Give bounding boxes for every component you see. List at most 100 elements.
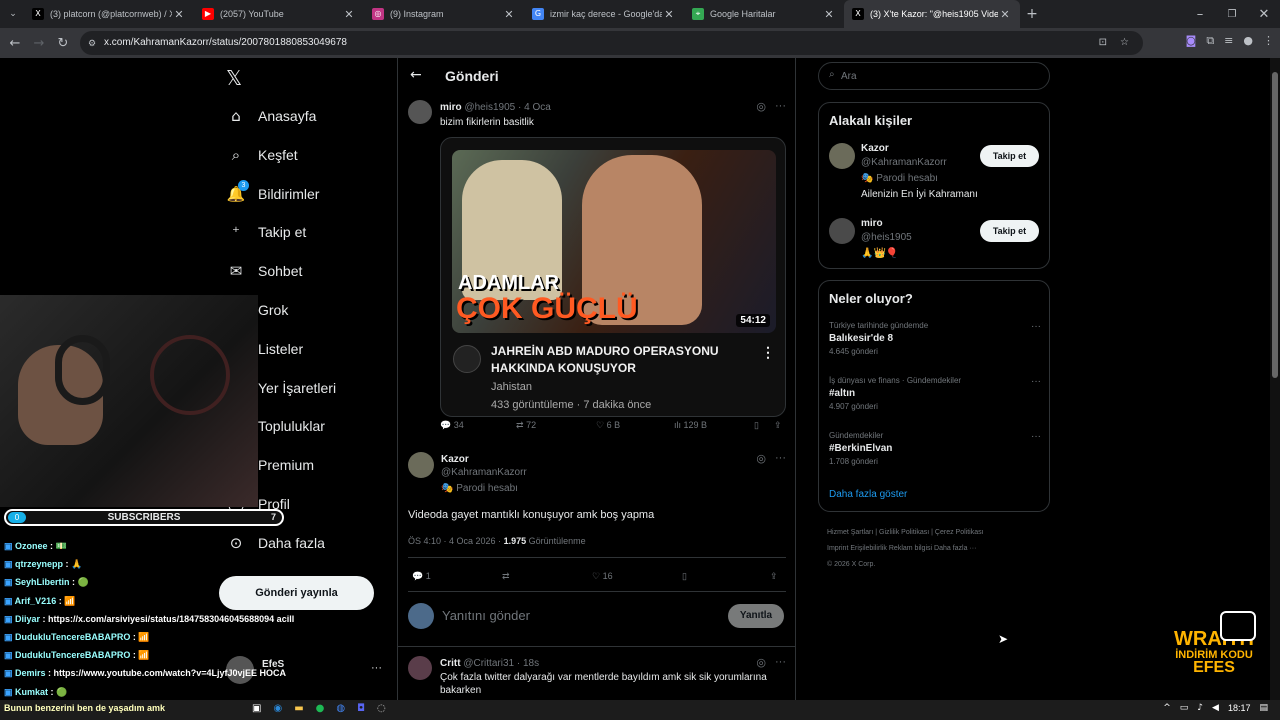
nav-item-5[interactable]: ✉ Sohbet bbox=[226, 259, 303, 283]
bookmark-icon[interactable]: ▯ bbox=[754, 420, 759, 431]
more-icon[interactable]: ··· bbox=[1031, 376, 1041, 387]
spotify-icon[interactable]: ● bbox=[316, 703, 325, 714]
follow-button[interactable]: Takip et bbox=[980, 145, 1039, 167]
post-button[interactable]: Gönderi yayınla bbox=[219, 576, 374, 610]
close-tab-icon[interactable]: ✕ bbox=[998, 8, 1012, 21]
like-button[interactable]: ♡ 6 B bbox=[596, 420, 620, 431]
close-tab-icon[interactable]: ✕ bbox=[822, 8, 836, 21]
scrollbar[interactable] bbox=[1270, 58, 1280, 700]
volume-icon[interactable]: ◀ bbox=[1212, 703, 1219, 713]
back-icon[interactable]: ← bbox=[3, 36, 27, 51]
notification-icon[interactable]: ▤ bbox=[1259, 703, 1268, 713]
close-tab-icon[interactable]: ✕ bbox=[502, 8, 516, 21]
footer-link[interactable]: Çerez Politikası bbox=[935, 529, 984, 536]
show-more-link[interactable]: Daha fazla göster bbox=[829, 489, 907, 500]
more-icon[interactable]: ··· bbox=[775, 100, 786, 112]
author-name[interactable]: Critt bbox=[440, 658, 461, 669]
chrome-icon[interactable]: ◍ bbox=[336, 703, 345, 714]
profile-icon[interactable]: ● bbox=[1243, 34, 1253, 48]
avatar[interactable] bbox=[829, 143, 855, 169]
reply-input[interactable]: Yanıtını gönder bbox=[442, 608, 530, 623]
avatar[interactable] bbox=[829, 218, 855, 244]
like-button[interactable]: ♡ 16 bbox=[592, 571, 613, 582]
browser-tab[interactable]: ▶ (2057) YouTube ✕ bbox=[194, 0, 364, 28]
youtube-card[interactable]: ADAMLAR ÇOK GÜÇLÜ 54:12 JAHREİN ABD MADU… bbox=[440, 137, 786, 417]
author-name[interactable]: Kazor bbox=[441, 454, 469, 465]
bookmark-icon[interactable]: ▯ bbox=[682, 571, 687, 582]
menu-icon[interactable]: ⋮ bbox=[1263, 34, 1274, 48]
footer-link[interactable]: Hizmet Şartları bbox=[827, 529, 873, 536]
windows-app-icon[interactable]: ▣ bbox=[252, 703, 261, 714]
reply-post[interactable]: Critt @Crittari31 · 18s ◎ ··· Çok fazla … bbox=[408, 656, 788, 700]
browser-tab[interactable]: Gizmir kaç derece - Google'da Ara✕ bbox=[524, 0, 684, 28]
nav-item-1[interactable]: ⌂ Anasayfa bbox=[226, 104, 316, 128]
app-icon[interactable]: ◌ bbox=[377, 703, 386, 714]
tray-arrow-icon[interactable]: ^ bbox=[1163, 703, 1171, 713]
share-icon[interactable]: ⇪ bbox=[774, 420, 782, 431]
close-tab-icon[interactable]: ✕ bbox=[342, 8, 356, 21]
channel-avatar[interactable] bbox=[453, 345, 481, 373]
avatar[interactable] bbox=[408, 656, 432, 680]
extensions-puzzle-icon[interactable]: ⧉ bbox=[1206, 34, 1214, 48]
nav-item-2[interactable]: ⌕ Keşfet bbox=[226, 143, 298, 167]
grok-icon[interactable]: ◎ bbox=[756, 100, 766, 113]
reload-icon[interactable]: ↻ bbox=[51, 36, 75, 51]
quoted-post[interactable]: miro @heis1905 · 4 Oca ◎ ··· bizim fikir… bbox=[408, 100, 788, 445]
post-date[interactable]: 18s bbox=[523, 658, 539, 669]
video-title[interactable]: JAHREİN ABD MADURO OPERASYONU HAKKINDA K… bbox=[491, 343, 731, 377]
more-icon[interactable]: ··· bbox=[775, 452, 786, 464]
author-handle[interactable]: @Crittari31 bbox=[463, 658, 514, 669]
author-name[interactable]: miro bbox=[440, 102, 462, 113]
install-icon[interactable]: ⊡ bbox=[1099, 31, 1107, 55]
channel-name[interactable]: Jahistan bbox=[491, 381, 532, 393]
views-button[interactable]: ılı 129 B bbox=[674, 420, 707, 430]
person-name[interactable]: miro bbox=[861, 218, 883, 229]
reply-button[interactable]: 💬 34 bbox=[440, 420, 464, 431]
repost-button[interactable]: ⇄ 72 bbox=[516, 420, 536, 431]
network-icon[interactable]: ▭ bbox=[1180, 703, 1189, 713]
mic-icon[interactable]: ♪ bbox=[1197, 703, 1203, 713]
trend-item[interactable]: İş dünyası ve finans · Gündemdekiler #alt… bbox=[829, 376, 1041, 422]
browser-tab[interactable]: X (3) X'te Kazor: "@heis1905 Vide ✕ bbox=[844, 0, 1020, 28]
post-date[interactable]: 4 Oca bbox=[524, 102, 551, 113]
close-window-icon[interactable]: ✕ bbox=[1248, 7, 1280, 22]
video-thumbnail[interactable]: ADAMLAR ÇOK GÜÇLÜ 54:12 bbox=[452, 150, 776, 333]
related-person[interactable]: Kazor @KahramanKazorr 🎭 Parodi hesabı Ailen… bbox=[819, 143, 1049, 203]
new-tab-button[interactable]: + bbox=[1020, 6, 1044, 22]
scrollbar-thumb[interactable] bbox=[1272, 72, 1278, 378]
bookmark-star-icon[interactable]: ☆ bbox=[1120, 31, 1129, 55]
grok-icon[interactable]: ◎ bbox=[756, 452, 766, 465]
nav-item-4[interactable]: ⁺ Takip et bbox=[226, 220, 306, 244]
footer-link[interactable]: Gizlilik Politikası bbox=[879, 529, 929, 536]
trend-item[interactable]: Gündemdekiler #BerkinElvan 1.708 gönderi ··… bbox=[829, 431, 1041, 477]
minimize-icon[interactable]: – bbox=[1184, 7, 1216, 22]
x-logo-icon[interactable]: 𝕏 bbox=[226, 66, 242, 90]
clock[interactable]: 18:17 bbox=[1228, 703, 1251, 713]
site-info-icon[interactable]: ⚙ bbox=[88, 31, 96, 55]
browser-tab[interactable]: X (3) platcorn (@platcornweb) / X ✕ bbox=[24, 0, 194, 28]
extension-icon[interactable]: ◙ bbox=[1186, 34, 1197, 48]
nav-item-12[interactable]: ⊙ Daha fazla bbox=[226, 531, 325, 555]
search-input[interactable]: ⌕ Ara bbox=[818, 62, 1050, 90]
author-handle[interactable]: @KahramanKazorr bbox=[441, 467, 527, 478]
footer-link[interactable]: Reklam bilgisi bbox=[889, 545, 932, 552]
media-icon[interactable]: ≡ bbox=[1224, 34, 1233, 48]
video-more-icon[interactable]: ⋮ bbox=[761, 344, 775, 361]
file-explorer-icon[interactable]: ▬ bbox=[294, 703, 303, 714]
tab-search-icon[interactable]: ⌄ bbox=[2, 9, 24, 19]
person-handle[interactable]: @heis1905 bbox=[861, 232, 912, 243]
related-person[interactable]: miro @heis1905 🙏👑🎈 Takip et bbox=[819, 218, 1049, 278]
post-time[interactable]: ÖS 4:10 · 4 Oca 2026 · bbox=[408, 536, 504, 546]
close-tab-icon[interactable]: ✕ bbox=[662, 8, 676, 21]
browser-tab[interactable]: ⌖ Google Haritalar ✕ bbox=[684, 0, 844, 28]
more-icon[interactable]: ··· bbox=[371, 662, 382, 674]
back-arrow-icon[interactable]: ← bbox=[410, 67, 422, 83]
repost-icon[interactable]: ⇄ bbox=[502, 571, 510, 582]
nav-item-3[interactable]: 🔔 3 Bildirimler bbox=[226, 179, 319, 206]
footer-link[interactable]: Erişilebilirlik bbox=[850, 545, 887, 552]
trend-item[interactable]: Türkiye tarihinde gündemde Balıkesir'de 8… bbox=[829, 321, 1041, 367]
discord-icon[interactable]: ◘ bbox=[357, 703, 365, 714]
person-name[interactable]: Kazor bbox=[861, 143, 889, 154]
share-icon[interactable]: ⇪ bbox=[770, 571, 778, 582]
reply-button[interactable]: Yanıtla bbox=[728, 604, 784, 628]
